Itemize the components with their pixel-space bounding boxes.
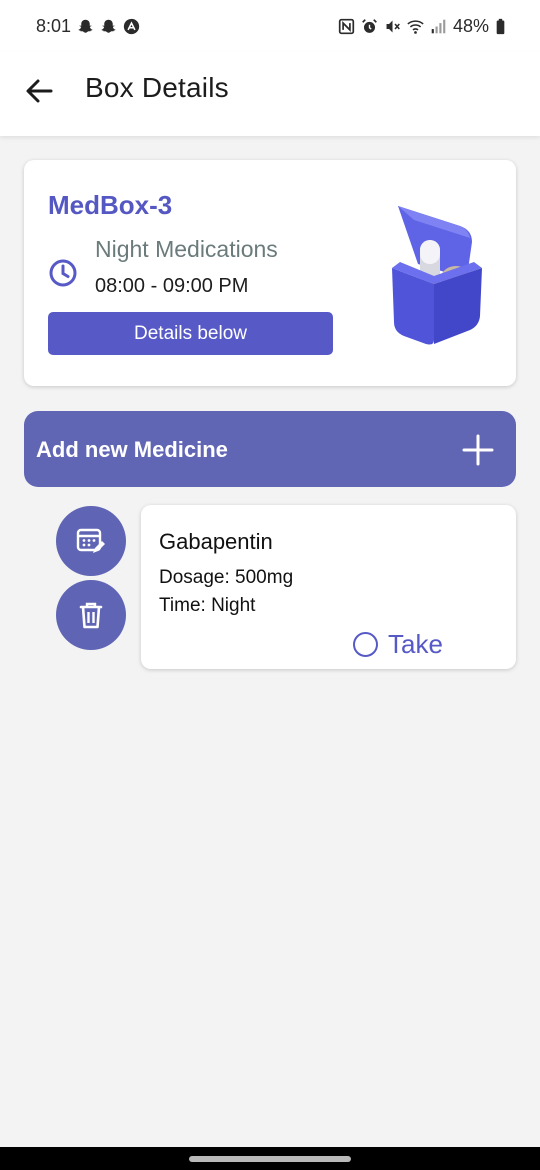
edit-medicine-button[interactable] bbox=[56, 506, 126, 576]
status-bar: 8:01 48% bbox=[0, 0, 540, 52]
status-time: 8:01 bbox=[36, 15, 72, 36]
app-notification-icon bbox=[123, 18, 140, 35]
clock-icon bbox=[49, 259, 77, 287]
box-name: MedBox-3 bbox=[48, 190, 173, 220]
medicine-name: Gabapentin bbox=[159, 529, 273, 554]
schedule-time: 08:00 - 09:00 PM bbox=[95, 275, 249, 297]
medicine-time: Time: Night bbox=[159, 595, 256, 616]
signal-icon bbox=[430, 18, 447, 35]
calendar-edit-icon bbox=[76, 528, 105, 553]
details-button[interactable]: Details below bbox=[48, 312, 333, 355]
mute-icon bbox=[384, 18, 401, 35]
snapchat-icon bbox=[100, 18, 117, 35]
take-toggle[interactable]: Take bbox=[353, 629, 443, 660]
box-details-screen: 8:01 48% Box Details MedBox-3 Night Medi… bbox=[0, 0, 540, 1170]
snapchat-icon bbox=[77, 18, 94, 35]
arrow-left-icon bbox=[26, 79, 53, 103]
battery-percent: 48% bbox=[452, 15, 489, 36]
nfc-icon bbox=[338, 18, 355, 35]
add-medicine-button[interactable]: Add new Medicine bbox=[24, 411, 516, 487]
schedule-name: Night Medications bbox=[95, 236, 278, 262]
page-title: Box Details bbox=[85, 72, 229, 103]
add-medicine-label: Add new Medicine bbox=[36, 437, 228, 462]
medicine-dosage: Dosage: 500mg bbox=[159, 567, 294, 588]
delete-medicine-button[interactable] bbox=[56, 580, 126, 650]
system-nav-bar bbox=[0, 1147, 540, 1170]
alarm-icon bbox=[361, 18, 378, 35]
wifi-icon bbox=[407, 18, 424, 35]
status-left: 8:01 bbox=[36, 16, 140, 37]
app-bar: Box Details bbox=[0, 52, 540, 136]
box-card: MedBox-3 Night Medications 08:00 - 09:00… bbox=[24, 160, 516, 386]
plus-icon bbox=[462, 434, 494, 466]
home-indicator[interactable] bbox=[189, 1156, 351, 1162]
status-right: 48% bbox=[338, 16, 506, 37]
trash-icon bbox=[79, 602, 103, 629]
battery-icon bbox=[495, 18, 506, 35]
take-radio-icon bbox=[353, 632, 378, 657]
medicine-card: Gabapentin Dosage: 500mg Time: Night Tak… bbox=[141, 505, 516, 669]
back-button[interactable] bbox=[22, 74, 56, 108]
pillbox-illustration bbox=[392, 206, 482, 345]
take-label: Take bbox=[388, 629, 443, 659]
